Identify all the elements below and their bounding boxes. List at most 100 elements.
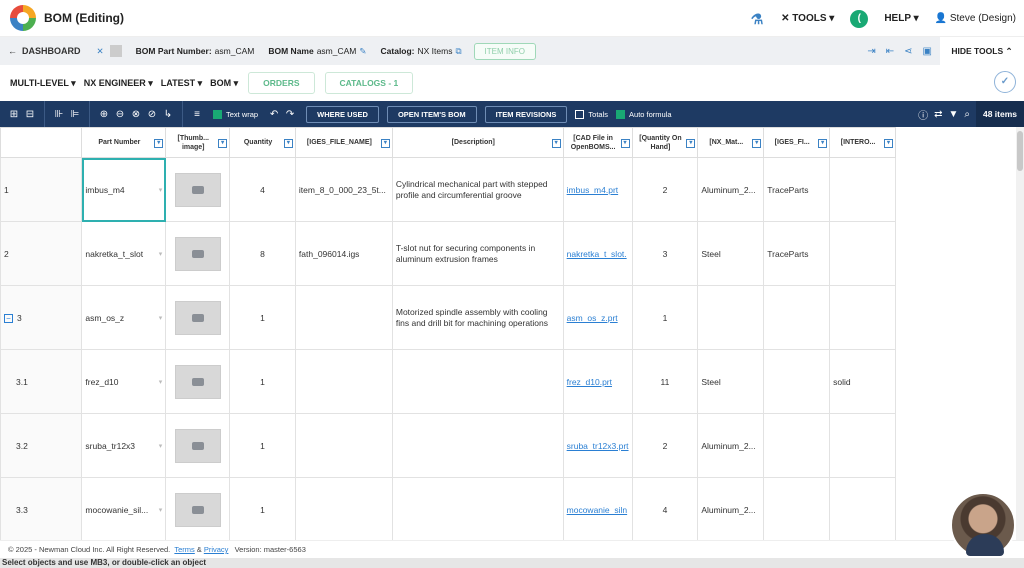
table-row[interactable]: −3 asm_os_z ▾ 1 Motorized spindle assembly w… (0, 285, 896, 350)
intero-cell[interactable] (829, 221, 896, 286)
edit-icon[interactable]: ✎ (359, 46, 366, 57)
column-header[interactable]: [NX_Mat... ▾ (697, 127, 765, 158)
delete-column-icon[interactable]: ⊫ (67, 109, 83, 120)
iges-fi-cell[interactable] (763, 285, 831, 350)
vertical-scrollbar[interactable] (1016, 127, 1024, 540)
cad-file-link[interactable]: sruba_tr12x3.prt (562, 413, 633, 478)
column-header[interactable]: [IGES_FI... ▾ (763, 127, 831, 158)
move-up-icon[interactable]: ⊕ (96, 109, 112, 120)
row-number-cell[interactable]: 1 (0, 157, 83, 222)
on-hand-cell[interactable]: 3 (631, 221, 699, 286)
column-filter-icon[interactable]: ▾ (380, 139, 390, 148)
iges-file-cell[interactable] (294, 349, 393, 414)
intero-cell[interactable] (829, 477, 896, 540)
iges-fi-cell[interactable] (763, 349, 831, 414)
cad-file-link[interactable]: imbus_m4.prt (562, 157, 633, 222)
material-cell[interactable] (697, 285, 765, 350)
engineer-dropdown[interactable]: NX ENGINEER ▾ (84, 78, 153, 89)
orders-button[interactable]: ORDERS (248, 72, 315, 94)
thumbnail-cell[interactable] (165, 413, 231, 478)
dropdown-arrow-icon[interactable]: ▾ (159, 186, 163, 194)
part-thumbnail[interactable] (174, 428, 221, 463)
save-icon[interactable]: ▣ (923, 46, 932, 57)
tools-menu[interactable]: ✕ TOOLS ▾ (781, 13, 834, 24)
iges-file-cell[interactable] (294, 477, 393, 540)
column-filter-icon[interactable]: ▾ (551, 139, 561, 148)
thumbnail-cell[interactable] (165, 157, 231, 222)
collapse-icon[interactable]: − (4, 313, 13, 323)
text-wrap-toggle[interactable]: Text wrap (213, 109, 258, 119)
add-row-icon[interactable]: ⊞ (6, 109, 22, 120)
privacy-link[interactable]: Privacy (204, 545, 229, 554)
column-filter-icon[interactable]: ▾ (884, 139, 893, 148)
column-header[interactable]: [INTERO... ▾ (829, 127, 896, 158)
material-cell[interactable]: Aluminum_2... (697, 157, 765, 222)
column-filter-icon[interactable]: ▾ (686, 139, 696, 148)
iges-file-cell[interactable] (294, 413, 393, 478)
description-cell[interactable] (391, 413, 564, 478)
auto-formula-toggle[interactable]: Auto formula (616, 109, 672, 119)
filter-icon[interactable]: ▼ (948, 109, 958, 120)
flask-icon[interactable]: ⚗ (749, 11, 765, 27)
status-icon[interactable]: ( (850, 9, 869, 28)
quantity-cell[interactable]: 8 (229, 221, 296, 286)
table-row[interactable]: 3.3 mocowanie_sil... ▾ 1 mocowanie_siln 4 Alum… (0, 477, 896, 540)
intero-cell[interactable] (829, 285, 896, 350)
column-filter-icon[interactable]: ▾ (620, 139, 630, 148)
intero-cell[interactable]: solid (829, 349, 896, 414)
redo-icon[interactable]: ↷ (282, 109, 298, 120)
bom-dropdown[interactable]: BOM ▾ (210, 78, 238, 89)
iges-file-cell[interactable]: fath_096014.igs (294, 221, 393, 286)
catalogs-button[interactable]: CATALOGS - 1 (324, 72, 414, 94)
intero-cell[interactable] (829, 157, 896, 222)
row-number-cell[interactable]: 3.2 (0, 413, 83, 478)
app-logo[interactable] (10, 5, 36, 31)
part-number-cell[interactable]: frez_d10 ▾ (81, 349, 167, 414)
column-filter-icon[interactable]: ▾ (218, 139, 228, 148)
iges-fi-cell[interactable] (763, 413, 831, 478)
add-child-icon[interactable]: ⊟ (22, 109, 38, 120)
column-header[interactable]: [IGES_FILE_NAME] ▾ (294, 127, 393, 158)
part-number-cell[interactable]: asm_os_z ▾ (81, 285, 167, 350)
iges-file-cell[interactable] (294, 285, 393, 350)
item-revisions-button[interactable]: ITEM REVISIONS (484, 105, 568, 123)
part-number-cell[interactable]: mocowanie_sil... ▾ (81, 477, 167, 540)
dropdown-arrow-icon[interactable]: ▾ (159, 442, 163, 450)
latest-dropdown[interactable]: LATEST ▾ (161, 78, 202, 89)
user-menu[interactable]: 👤 Steve (Design) (935, 13, 1016, 24)
part-thumbnail[interactable] (174, 300, 221, 335)
part-thumbnail[interactable] (174, 236, 221, 271)
part-number-cell[interactable]: imbus_m4 ▾ (81, 157, 167, 222)
swap-icon[interactable]: ⇄ (934, 109, 942, 120)
column-header[interactable]: [Thumb... image] ▾ (165, 127, 231, 158)
dashboard-link[interactable]: ← DASHBOARD (8, 46, 81, 56)
part-number-cell[interactable]: nakretka_t_slot ▾ (81, 221, 167, 286)
cad-file-link[interactable]: asm_os_z.prt (562, 285, 633, 350)
thumbnail-cell[interactable] (165, 349, 231, 414)
open-items-bom-button[interactable]: OPEN ITEM'S BOM (386, 105, 477, 123)
search-icon[interactable]: ⌕ (964, 109, 970, 120)
description-cell[interactable]: Motorized spindle assembly with cooling … (391, 285, 564, 350)
indent-icon[interactable]: ⊗ (128, 109, 144, 120)
iges-file-cell[interactable]: item_8_0_000_23_5t... (294, 157, 393, 222)
import-icon[interactable]: ⇥ (867, 46, 875, 57)
quantity-cell[interactable]: 4 (229, 157, 296, 222)
totals-toggle[interactable]: Totals (575, 109, 608, 119)
quantity-cell[interactable]: 1 (229, 349, 296, 414)
column-filter-icon[interactable]: ▾ (752, 139, 762, 148)
cad-icon[interactable] (109, 45, 122, 57)
terms-link[interactable]: Terms (174, 545, 194, 554)
intero-cell[interactable] (829, 413, 896, 478)
quantity-cell[interactable]: 1 (229, 477, 296, 540)
material-cell[interactable]: Aluminum_2... (697, 477, 765, 540)
nest-icon[interactable]: ↳ (160, 109, 176, 120)
thumbnail-cell[interactable] (165, 477, 231, 540)
undo-icon[interactable]: ↶ (266, 109, 282, 120)
material-cell[interactable]: Aluminum_2... (697, 413, 765, 478)
column-header[interactable]: Quantity ▾ (229, 127, 296, 158)
insert-column-icon[interactable]: ⊪ (51, 109, 67, 120)
dropdown-arrow-icon[interactable]: ▾ (159, 506, 163, 514)
table-row[interactable]: 3.1 frez_d10 ▾ 1 frez_d10.prt 11 Steel solid (0, 349, 896, 414)
description-cell[interactable] (391, 477, 564, 540)
where-used-button[interactable]: WHERE USED (306, 105, 379, 123)
